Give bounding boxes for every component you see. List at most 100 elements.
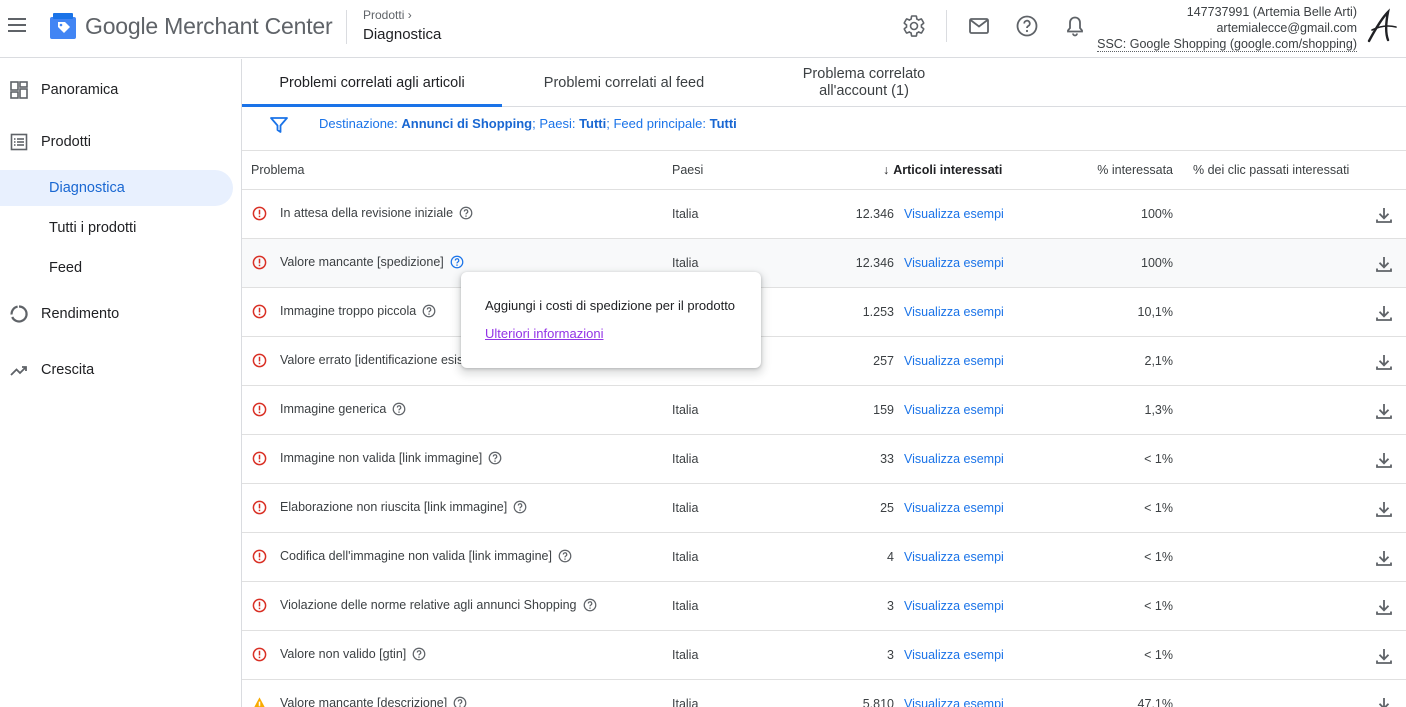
- table-row[interactable]: In attesa della revisione iniziale Italia…: [242, 190, 1406, 239]
- download-icon[interactable]: [1374, 254, 1394, 274]
- column-header-problema[interactable]: Problema: [251, 163, 305, 177]
- download-icon[interactable]: [1374, 695, 1394, 707]
- view-examples-link[interactable]: Visualizza esempi: [904, 354, 1004, 368]
- view-examples-link[interactable]: Visualizza esempi: [904, 501, 1004, 515]
- column-header-percentuale[interactable]: % interessata: [1097, 163, 1173, 177]
- help-icon[interactable]: [488, 451, 502, 465]
- column-header-articoli-interessati[interactable]: ↓ Articoli interessati: [883, 163, 1002, 177]
- affected-count: 1.253: [862, 305, 894, 319]
- affected-count: 25: [880, 501, 894, 515]
- header-divider: [346, 10, 347, 44]
- error-icon: [252, 451, 267, 466]
- sidebar-item-diagnostica[interactable]: Diagnostica: [0, 170, 233, 206]
- download-icon[interactable]: [1374, 646, 1394, 666]
- table-row[interactable]: Immagine troppo piccolaItalia1.253Visual…: [242, 288, 1406, 337]
- account-ssc[interactable]: SSC: Google Shopping (google.com/shoppin…: [1097, 37, 1357, 52]
- help-icon[interactable]: [450, 255, 464, 269]
- table-row[interactable]: Valore errato [identificazione esistItal…: [242, 337, 1406, 386]
- tab-problemi-feed[interactable]: Problemi correlati al feed: [502, 59, 746, 107]
- mail-icon[interactable]: [967, 14, 991, 38]
- app-header: Google Merchant Center Prodotti › Diagno…: [0, 0, 1406, 58]
- help-icon[interactable]: [422, 304, 436, 318]
- tooltip-learn-more-link[interactable]: Ulteriori informazioni: [485, 326, 603, 341]
- issue-country: Italia: [672, 452, 699, 466]
- filter-summary[interactable]: Destinazione: Annunci di Shopping; Paesi…: [319, 116, 737, 131]
- download-icon[interactable]: [1374, 450, 1394, 470]
- help-icon[interactable]: [453, 696, 467, 707]
- download-icon[interactable]: [1374, 548, 1394, 568]
- sidebar-item-tutti-i-prodotti[interactable]: Tutti i prodotti: [0, 210, 233, 246]
- sidebar-item-rendimento[interactable]: Rendimento: [0, 296, 119, 332]
- settings-icon[interactable]: [902, 14, 926, 38]
- view-examples-link[interactable]: Visualizza esempi: [904, 452, 1004, 466]
- menu-icon[interactable]: [8, 16, 28, 34]
- affected-percent: 1,3%: [1144, 403, 1174, 417]
- table-row[interactable]: Valore mancante [descrizione] Italia 5.810…: [242, 680, 1406, 707]
- column-header-paesi[interactable]: Paesi: [672, 163, 703, 177]
- view-examples-link[interactable]: Visualizza esempi: [904, 256, 1004, 270]
- download-icon[interactable]: [1374, 352, 1394, 372]
- help-icon[interactable]: [412, 647, 426, 661]
- affected-count: 159: [873, 403, 894, 417]
- merchant-center-logo-icon[interactable]: [49, 12, 77, 40]
- trending-up-icon: [10, 366, 27, 376]
- list-icon: [10, 133, 28, 151]
- sidebar-item-crescita[interactable]: Crescita: [0, 352, 94, 388]
- affected-percent: < 1%: [1144, 648, 1173, 662]
- help-icon[interactable]: [392, 402, 406, 416]
- filter-icon[interactable]: [269, 115, 289, 135]
- issue-country: Italia: [672, 599, 699, 613]
- issue-name: Valore mancante [spedizione]: [280, 255, 464, 269]
- help-icon[interactable]: [558, 549, 572, 563]
- table-row[interactable]: Codifica dell'immagine non valida [link …: [242, 533, 1406, 582]
- view-examples-link[interactable]: Visualizza esempi: [904, 599, 1004, 613]
- view-examples-link[interactable]: Visualizza esempi: [904, 697, 1004, 707]
- view-examples-link[interactable]: Visualizza esempi: [904, 403, 1004, 417]
- table-row[interactable]: Violazione delle norme relative agli ann…: [242, 582, 1406, 631]
- table-row[interactable]: Valore non valido [gtin] Italia 3 Visualizz…: [242, 631, 1406, 680]
- issue-country: Italia: [672, 550, 699, 564]
- column-header-clic[interactable]: % dei clic passati interessati: [1193, 163, 1349, 177]
- tab-problema-account[interactable]: Problema correlato all'account (1): [782, 59, 946, 107]
- page-title: Diagnostica: [363, 26, 442, 43]
- help-icon[interactable]: [1015, 14, 1039, 38]
- sidebar: Panoramica Prodotti Diagnostica Tutti i …: [0, 59, 241, 707]
- filter-bar[interactable]: Destinazione: Annunci di Shopping; Paesi…: [242, 107, 1406, 143]
- affected-percent: 100%: [1141, 207, 1173, 221]
- view-examples-link[interactable]: Visualizza esempi: [904, 550, 1004, 564]
- issue-name: Codifica dell'immagine non valida [link …: [280, 549, 572, 563]
- download-icon[interactable]: [1374, 303, 1394, 323]
- help-icon[interactable]: [513, 500, 527, 514]
- download-icon[interactable]: [1374, 597, 1394, 617]
- table-row[interactable]: Immagine non valida [link immagine] Itali…: [242, 435, 1406, 484]
- view-examples-link[interactable]: Visualizza esempi: [904, 207, 1004, 221]
- download-icon[interactable]: [1374, 205, 1394, 225]
- tab-problemi-articoli[interactable]: Problemi correlati agli articoli: [242, 59, 502, 107]
- account-info[interactable]: 147737991 (Artemia Belle Arti) artemiale…: [1097, 4, 1357, 52]
- help-icon[interactable]: [459, 206, 473, 220]
- warning-icon: [254, 697, 265, 707]
- avatar[interactable]: [1366, 8, 1398, 44]
- download-icon[interactable]: [1374, 401, 1394, 421]
- affected-percent: < 1%: [1144, 550, 1173, 564]
- affected-count: 5.810: [862, 697, 894, 707]
- error-icon: [252, 598, 267, 613]
- sidebar-item-panoramica[interactable]: Panoramica: [0, 72, 118, 108]
- breadcrumb-parent[interactable]: Prodotti ›: [363, 8, 412, 22]
- table-row[interactable]: Immagine generica Italia 159 Visualizza ese…: [242, 386, 1406, 435]
- view-examples-link[interactable]: Visualizza esempi: [904, 648, 1004, 662]
- view-examples-link[interactable]: Visualizza esempi: [904, 305, 1004, 319]
- table-row[interactable]: Elaborazione non riuscita [link immagine…: [242, 484, 1406, 533]
- table-row[interactable]: Valore mancante [spedizione] Italia 12.346…: [242, 239, 1406, 288]
- sidebar-item-feed[interactable]: Feed: [0, 250, 233, 286]
- notifications-icon[interactable]: [1063, 14, 1087, 38]
- affected-count: 12.346: [855, 256, 894, 270]
- affected-percent: < 1%: [1144, 501, 1173, 515]
- download-icon[interactable]: [1374, 499, 1394, 519]
- help-icon[interactable]: [583, 598, 597, 612]
- help-tooltip: Aggiungi i costi di spedizione per il pr…: [461, 272, 761, 368]
- sidebar-item-prodotti[interactable]: Prodotti: [0, 124, 91, 160]
- affected-count: 12.346: [855, 207, 894, 221]
- issue-name: In attesa della revisione iniziale: [280, 206, 473, 220]
- error-icon: [252, 353, 267, 368]
